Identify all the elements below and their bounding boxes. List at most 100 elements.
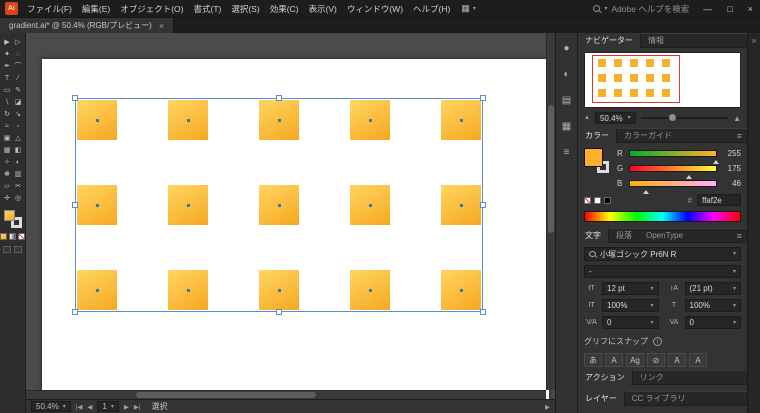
paintbrush-tool-icon[interactable]: ✎	[13, 84, 24, 96]
tab-cc-libraries[interactable]: CC ライブラリ	[625, 391, 693, 406]
column-graph-tool-icon[interactable]: ▥	[13, 168, 24, 180]
width-tool-icon[interactable]: ≈	[2, 120, 13, 132]
scale-tool-icon[interactable]: ↘	[13, 108, 24, 120]
white-swatch[interactable]	[594, 196, 601, 204]
type-tool-icon[interactable]: T	[2, 72, 13, 84]
draw-normal-button[interactable]	[3, 246, 11, 253]
snap-option-5[interactable]: A	[689, 353, 707, 367]
slice-tool-icon[interactable]: ✂	[13, 180, 24, 192]
none-swatch[interactable]	[584, 196, 591, 204]
line-segment-tool-icon[interactable]: ∕	[13, 72, 24, 84]
horizontal-scrollbar-thumb[interactable]	[136, 392, 316, 398]
color-mode-button[interactable]	[0, 233, 7, 240]
menu-item-1[interactable]: 編集(E)	[77, 0, 115, 18]
shape-builder-tool-icon[interactable]: ▣	[2, 132, 13, 144]
tab-info[interactable]: 情報	[641, 33, 671, 48]
menu-item-7[interactable]: ウィンドウ(W)	[342, 0, 408, 18]
help-search[interactable]: ▾ Adobe ヘルプを検索	[593, 3, 689, 15]
blend-tool-icon[interactable]: ◐	[13, 156, 24, 168]
horizontal-scrollbar[interactable]	[26, 390, 546, 399]
gradient-tool-icon[interactable]: ◧	[13, 144, 24, 156]
maximize-button[interactable]: □	[727, 4, 732, 14]
collapse-panels-icon[interactable]: »	[752, 36, 756, 45]
selection-handle[interactable]	[72, 309, 78, 315]
color-panel-icon[interactable]: ●	[559, 41, 575, 55]
tab-close-icon[interactable]: ×	[159, 21, 164, 31]
info-icon[interactable]: i	[653, 337, 662, 346]
mesh-tool-icon[interactable]: ▦	[2, 144, 13, 156]
artwork-square[interactable]	[350, 270, 390, 310]
first-artboard-button[interactable]: |◀	[76, 403, 83, 411]
selection-handle[interactable]	[72, 95, 78, 101]
selection-handle[interactable]	[276, 95, 282, 101]
tab-links[interactable]: リンク	[633, 370, 671, 385]
channel-slider[interactable]	[629, 180, 717, 194]
navigator-view-rect[interactable]	[592, 55, 680, 103]
black-swatch[interactable]	[604, 196, 611, 204]
vertical-scrollbar[interactable]	[546, 33, 555, 390]
artwork-square[interactable]	[168, 100, 208, 140]
selection-handle[interactable]	[480, 95, 486, 101]
zoom-tool-icon[interactable]: ◎	[13, 192, 24, 204]
artwork-square[interactable]	[350, 185, 390, 225]
snap-option-2[interactable]: Ag	[626, 353, 644, 367]
artwork-square[interactable]	[259, 185, 299, 225]
swatches-panel-icon[interactable]: ▤	[559, 93, 575, 107]
direct-selection-tool-icon[interactable]: ▷	[13, 36, 24, 48]
snap-option-1[interactable]: A	[605, 353, 623, 367]
zoom-in-icon[interactable]: ▲	[733, 114, 741, 123]
menu-item-6[interactable]: 表示(V)	[304, 0, 342, 18]
channel-slider-knob[interactable]	[713, 157, 719, 164]
brushes-panel-icon[interactable]: ▦	[559, 119, 575, 133]
canvas[interactable]	[26, 33, 555, 399]
artwork-square[interactable]	[441, 100, 481, 140]
channel-slider-knob[interactable]	[642, 187, 649, 194]
workspace-switcher[interactable]: ▦ ▾	[461, 3, 476, 14]
snap-option-3[interactable]: ⊘	[647, 353, 665, 367]
tab-actions[interactable]: アクション	[578, 370, 633, 385]
menu-item-2[interactable]: オブジェクト(O)	[115, 0, 188, 18]
previous-artboard-button[interactable]: ◀	[87, 403, 92, 411]
artboard[interactable]	[42, 59, 549, 399]
magic-wand-tool-icon[interactable]: ✦	[2, 48, 13, 60]
menu-item-5[interactable]: 効果(C)	[265, 0, 304, 18]
document-tab[interactable]: gradient.ai* @ 50.4% (RGB/プレビュー) ×	[0, 18, 175, 33]
font-family-field[interactable]: 小塚ゴシック Pr6N R ▾	[584, 247, 741, 261]
tracking-field[interactable]: 0 ▾	[684, 316, 741, 329]
panel-menu-icon[interactable]: ≡	[737, 131, 742, 141]
selection-handle[interactable]	[480, 309, 486, 315]
free-transform-tool-icon[interactable]: ▫	[13, 120, 24, 132]
panel-menu-icon[interactable]: ≡	[737, 231, 742, 241]
zoom-level-select[interactable]: 50.4% ▾	[31, 401, 71, 412]
channel-slider-knob[interactable]	[686, 172, 693, 179]
selection-handle[interactable]	[72, 202, 78, 208]
eraser-tool-icon[interactable]: ◪	[13, 96, 24, 108]
artwork-square[interactable]	[259, 270, 299, 310]
tab-character[interactable]: 文字	[578, 228, 609, 243]
artwork-square[interactable]	[77, 185, 117, 225]
snap-option-0[interactable]: あ	[584, 353, 602, 367]
last-artboard-button[interactable]: ▶|	[134, 403, 141, 411]
navigator-zoom-knob[interactable]	[668, 114, 676, 121]
artwork-square[interactable]	[350, 100, 390, 140]
navigator-thumbnail[interactable]	[584, 52, 741, 108]
fill-swatch[interactable]	[3, 210, 15, 221]
pencil-tool-icon[interactable]: ∖	[2, 96, 13, 108]
tab-opentype[interactable]: OpenType	[639, 228, 690, 243]
gradient-mode-button[interactable]	[9, 233, 16, 240]
font-size-field[interactable]: 12 pt ▾	[602, 282, 659, 295]
next-artboard-button[interactable]: ▶	[124, 403, 129, 411]
hex-value-field[interactable]: ffaf2e	[697, 194, 741, 206]
artwork-square[interactable]	[168, 185, 208, 225]
appearance-panel-icon[interactable]: ≡	[559, 145, 575, 159]
artwork-square[interactable]	[441, 270, 481, 310]
dock-collapse-strip[interactable]: »	[747, 33, 760, 413]
app-logo-icon[interactable]: Ai	[5, 2, 18, 15]
color-guide-panel-icon[interactable]: ◐	[559, 67, 575, 81]
menu-item-4[interactable]: 選択(S)	[226, 0, 264, 18]
menu-item-3[interactable]: 書式(T)	[188, 0, 226, 18]
artboard-tool-icon[interactable]: ▱	[2, 180, 13, 192]
rectangle-tool-icon[interactable]: ▭	[2, 84, 13, 96]
symbol-sprayer-tool-icon[interactable]: ❋	[2, 168, 13, 180]
pen-tool-icon[interactable]: ✒	[2, 60, 13, 72]
